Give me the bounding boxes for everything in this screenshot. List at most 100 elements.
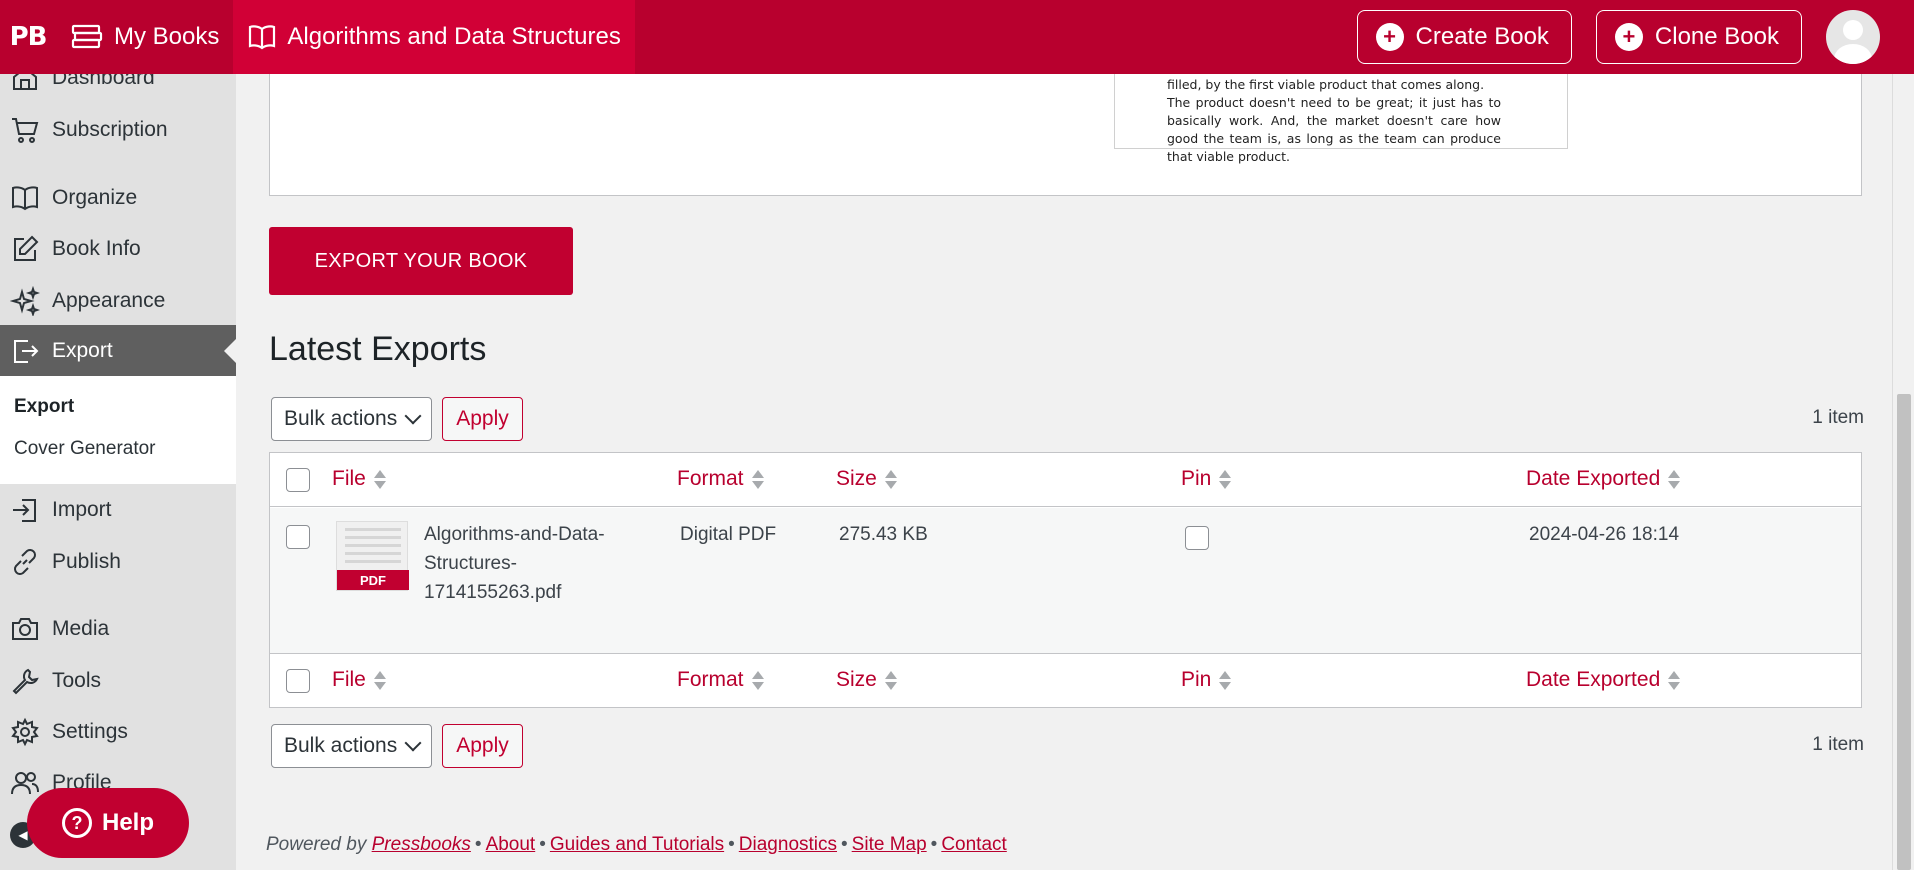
size-cell: 275.43 KB	[839, 524, 928, 545]
column-header-size[interactable]: Size	[836, 467, 897, 491]
help-label: Help	[101, 809, 154, 836]
sidebar-item-label: Settings	[52, 720, 128, 743]
create-book-button[interactable]: + Create Book	[1356, 10, 1572, 64]
footer-link-about[interactable]: About	[486, 834, 536, 855]
sidebar-item-export[interactable]: Export	[0, 325, 236, 377]
column-footer-pin[interactable]: Pin	[1181, 668, 1232, 692]
sidebar-item-settings[interactable]: Settings	[0, 706, 236, 758]
powered-by-text: Powered by	[266, 834, 367, 855]
footer-link-diagnostics[interactable]: Diagnostics	[739, 834, 837, 855]
column-header-date-exported[interactable]: Date Exported	[1526, 467, 1681, 491]
apply-button-bottom[interactable]: Apply	[442, 724, 523, 768]
sidebar-item-subscription[interactable]: Subscription	[0, 104, 236, 156]
sidebar-item-label: Subscription	[52, 118, 168, 141]
file-name-link[interactable]: Algorithms-and-Data- Structures- 1714155…	[424, 520, 624, 607]
tablenav-bottom: Bulk actions Apply 1 item	[271, 724, 1864, 768]
admin-footer: Powered by Pressbooks • About • Guides and T…	[266, 834, 1007, 855]
my-books-link[interactable]: My Books	[56, 0, 233, 74]
users-icon	[11, 772, 39, 795]
column-label: Pin	[1181, 668, 1212, 691]
bulk-actions-select[interactable]: Bulk actions	[271, 397, 432, 441]
column-label: Size	[836, 467, 877, 490]
column-header-file[interactable]: File	[332, 467, 386, 491]
exports-table: File Format Size Pin Date Exported PDF A…	[269, 452, 1862, 708]
export-your-book-button[interactable]: EXPORT YOUR BOOK	[269, 227, 573, 295]
sidebar-item-appearance[interactable]: Appearance	[0, 275, 236, 327]
sidebar-item-label: Import	[52, 498, 112, 521]
gear-icon	[11, 717, 39, 747]
pin-checkbox[interactable]	[1185, 526, 1209, 550]
my-books-label: My Books	[114, 23, 220, 50]
clone-book-button[interactable]: + Clone Book	[1595, 10, 1802, 64]
export-preview-card: filled, by the first viable product that…	[269, 74, 1862, 196]
sidebar-item-label: Media	[52, 617, 110, 640]
sidebar-item-book-info[interactable]: Book Info	[0, 223, 236, 275]
camera-icon	[12, 618, 38, 640]
sort-icon	[751, 670, 764, 690]
sidebar-item-dashboard[interactable]: Dashboard	[0, 74, 236, 104]
table-row: PDF Algorithms-and-Data- Structures- 171…	[270, 508, 1861, 654]
sidebar-item-label: Publish	[52, 550, 121, 573]
sidebar-item-media[interactable]: Media	[0, 603, 236, 655]
submenu-item-cover-generator[interactable]: Cover Generator	[0, 428, 236, 470]
column-label: Date Exported	[1526, 668, 1661, 691]
sort-icon	[884, 469, 897, 489]
current-book-link[interactable]: Algorithms and Data Structures	[233, 0, 635, 74]
pdf-file-icon: PDF	[336, 521, 409, 591]
column-footer-format[interactable]: Format	[677, 668, 764, 692]
column-footer-date-exported[interactable]: Date Exported	[1526, 668, 1681, 692]
cart-icon	[12, 118, 39, 143]
book-open-icon	[249, 25, 276, 50]
chevron-down-icon	[404, 734, 422, 752]
footer-link-pressbooks[interactable]: Pressbooks	[372, 834, 471, 855]
sidebar-item-organize[interactable]: Organize	[0, 172, 236, 224]
export-icon	[14, 340, 39, 363]
sort-icon	[884, 670, 897, 690]
pressbooks-logo[interactable]: PB	[0, 0, 56, 74]
file-name-line: Structures-	[424, 553, 517, 574]
scrollbar-thumb[interactable]	[1897, 394, 1911, 870]
question-icon: ?	[61, 808, 92, 838]
select-all-checkbox[interactable]	[286, 468, 310, 492]
file-name-line: 1714155263.pdf	[424, 582, 562, 603]
page-scrollbar[interactable]	[1892, 74, 1914, 870]
row-checkbox[interactable]	[286, 525, 310, 549]
footer-link-contact[interactable]: Contact	[941, 834, 1006, 855]
select-all-checkbox-footer[interactable]	[286, 669, 310, 693]
sidebar-item-label: Organize	[52, 186, 138, 209]
column-label: Pin	[1181, 467, 1212, 490]
user-avatar[interactable]	[1826, 10, 1880, 64]
sidebar-item-publish[interactable]: Publish	[0, 536, 236, 588]
date-exported-cell: 2024-04-26 18:14	[1529, 524, 1680, 545]
submenu-item-export[interactable]: Export	[0, 386, 236, 428]
column-label: File	[332, 467, 366, 490]
item-count: 1 item	[1812, 407, 1864, 428]
column-header-pin[interactable]: Pin	[1181, 467, 1232, 491]
import-icon	[13, 499, 36, 522]
footer-link-site-map[interactable]: Site Map	[852, 834, 927, 855]
table-header: File Format Size Pin Date Exported	[270, 453, 1861, 507]
column-label: Date Exported	[1526, 467, 1661, 490]
sidebar-item-label: Export	[52, 339, 113, 362]
file-name-line: Algorithms-and-Data-	[424, 524, 605, 545]
column-footer-size[interactable]: Size	[836, 668, 897, 692]
column-footer-file[interactable]: File	[332, 668, 386, 692]
home-icon	[13, 74, 37, 90]
sidebar-item-label: Appearance	[52, 289, 166, 312]
edit-icon	[14, 235, 39, 261]
sort-icon	[1219, 469, 1232, 489]
clone-book-label: Clone Book	[1654, 23, 1779, 50]
sidebar-item-tools[interactable]: Tools	[0, 655, 236, 707]
bulk-actions-value: Bulk actions	[284, 407, 398, 430]
export-submenu: Export Cover Generator	[0, 376, 236, 484]
book-title: Algorithms and Data Structures	[287, 23, 621, 50]
sidebar-item-import[interactable]: Import	[0, 484, 236, 536]
bulk-actions-select-bottom[interactable]: Bulk actions	[271, 724, 432, 768]
apply-button[interactable]: Apply	[442, 397, 523, 441]
latest-exports-heading: Latest Exports	[269, 330, 487, 368]
help-button[interactable]: ? Help	[27, 788, 189, 858]
footer-link-guides[interactable]: Guides and Tutorials	[550, 834, 724, 855]
column-header-format[interactable]: Format	[677, 467, 764, 491]
sort-icon	[373, 469, 386, 489]
book-open-icon	[12, 186, 38, 211]
